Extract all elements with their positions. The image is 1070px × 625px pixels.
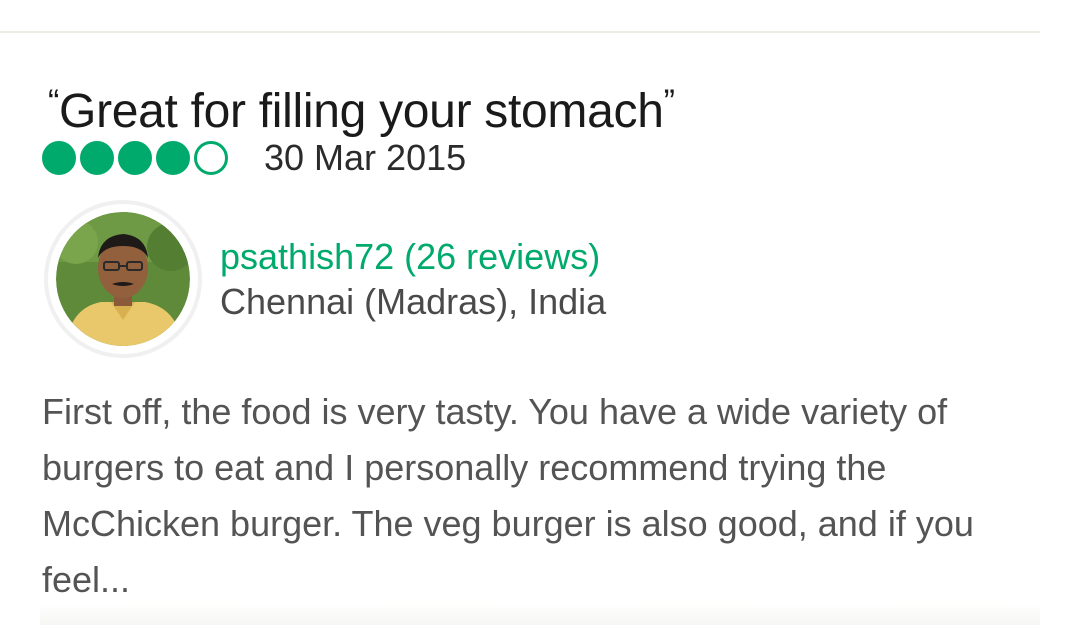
reviewer-name-link[interactable]: psathish72 (26 reviews) [220, 234, 600, 280]
rating-bubble-empty-icon [194, 141, 228, 175]
review-card: “Great for filling your stomach” 30 Mar … [0, 0, 1070, 625]
divider [0, 31, 1040, 33]
bubble-rating [42, 141, 228, 175]
review-date: 30 Mar 2015 [264, 137, 467, 178]
open-quote: “ [48, 83, 60, 121]
close-quote: ” [663, 83, 675, 121]
rating-row: 30 Mar 2015 [42, 136, 466, 180]
review-title-text: Great for filling your stomach [59, 85, 664, 138]
reviewer-avatar[interactable] [44, 200, 202, 358]
rating-bubble-filled-icon [156, 141, 190, 175]
avatar-photo [56, 212, 190, 346]
rating-bubble-filled-icon [42, 141, 76, 175]
bottom-fade [40, 603, 1040, 625]
reviewer-location: Chennai (Madras), India [220, 281, 607, 322]
rating-bubble-filled-icon [118, 141, 152, 175]
review-body[interactable]: First off, the food is very tasty. You h… [42, 384, 1032, 608]
rating-bubble-filled-icon [80, 141, 114, 175]
